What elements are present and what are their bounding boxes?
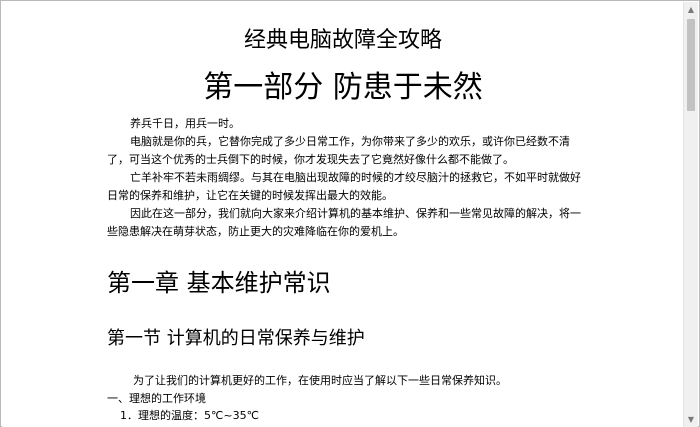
paragraph: 亡羊补牢不若未雨绸缪。与其在电脑出现故障的时候的才绞尽脑汁的拯救它，不如平时就做… xyxy=(107,171,581,202)
section-heading: 第一节 计算机的日常保养与维护 xyxy=(107,328,365,349)
part-title: 第一部分 防患于未然 xyxy=(203,70,483,105)
paragraph: 因此在这一部分，我们就向大家来介绍计算机的基本维护、保养和一些常见故障的解决，将… xyxy=(107,207,581,238)
list-item: 1．理想的温度：5℃~35℃ xyxy=(120,409,259,422)
scroll-thumb[interactable] xyxy=(687,19,695,111)
document-page: 经典电脑故障全攻略 第一部分 防患于未然 养兵千日，用兵一时。 电脑就是你的兵，… xyxy=(2,2,684,427)
item-heading: 一、理想的工作环境 xyxy=(107,392,206,405)
scroll-up-arrow-icon[interactable]: ▲ xyxy=(684,2,698,17)
document-title: 经典电脑故障全攻略 xyxy=(243,28,442,53)
paragraph: 养兵千日，用兵一时。 xyxy=(130,117,240,130)
paragraph: 电脑就是你的兵，它替你完成了多少日常工作，为你带来了多少的欢乐，或许你已经数不清… xyxy=(107,135,570,166)
document-window: 经典电脑故障全攻略 第一部分 防患于未然 养兵千日，用兵一时。 电脑就是你的兵，… xyxy=(0,0,700,427)
scroll-down-arrow-icon[interactable]: ▼ xyxy=(684,412,698,427)
vertical-scrollbar[interactable]: ▲ ▼ xyxy=(683,2,698,427)
chapter-heading: 第一章 基本维护常识 xyxy=(107,269,331,297)
intro-text: 为了让我们的计算机更好的工作，在使用时应当了解以下一些日常保养知识。 xyxy=(133,374,507,387)
